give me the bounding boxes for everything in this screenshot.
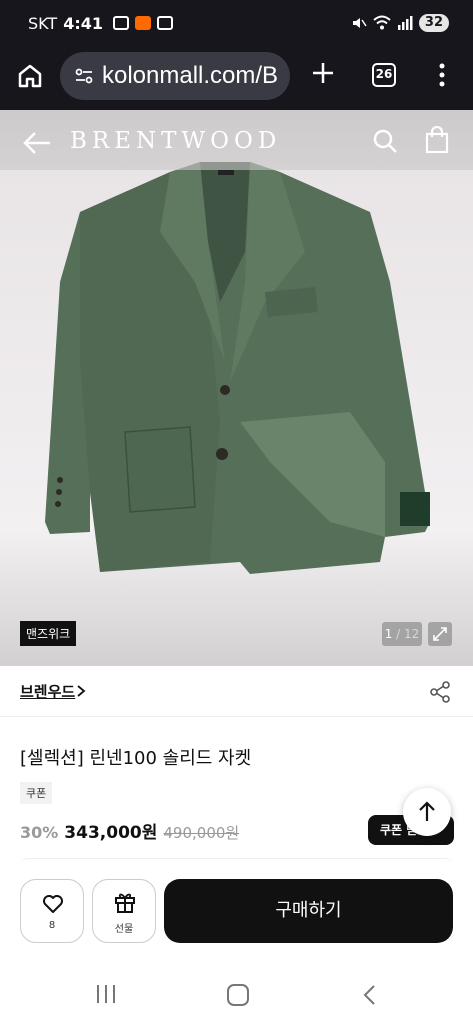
product-image-green-jacket [45, 162, 430, 574]
gift-button[interactable]: 선물 [92, 879, 156, 943]
price-row: 30% 343,000원 490,000원 [20, 818, 239, 843]
original-price: 490,000원 [163, 824, 240, 842]
section-divider [20, 858, 453, 866]
scroll-to-top-button[interactable] [403, 788, 451, 836]
tab-switcher-button[interactable]: 26 [372, 63, 396, 87]
expand-icon [433, 627, 447, 641]
bottom-action-bar: 8 선물 구매하기 [0, 866, 473, 956]
browser-toolbar: kolonmall.com/B 26 [0, 46, 473, 110]
battery-indicator: 32 [418, 14, 449, 32]
product-image-gallery[interactable]: BRENTWOOD 맨즈위크 1 / 12 [0, 110, 473, 666]
site-settings-icon[interactable] [74, 66, 94, 86]
discount-rate: 30% [20, 823, 59, 842]
brand-row: 브렌우드 [0, 667, 473, 717]
recent-apps-icon[interactable] [94, 984, 118, 1004]
system-navigation-bar [0, 956, 473, 1024]
sale-price: 343,000원 [64, 823, 158, 843]
gift-icon [115, 893, 135, 913]
wifi-icon [373, 15, 391, 30]
share-icon[interactable] [429, 681, 451, 703]
signal-icon [397, 16, 413, 30]
address-bar[interactable]: kolonmall.com/B [60, 52, 290, 100]
url-text: kolonmall.com/B [102, 62, 279, 89]
coupon-tag: 쿠폰 [20, 782, 53, 804]
arrow-up-icon [419, 801, 435, 821]
home-icon[interactable] [16, 62, 44, 90]
product-title: [셀렉션] 린넨100 솔리드 자켓 [20, 748, 252, 769]
back-nav-icon[interactable] [362, 984, 376, 1006]
home-nav-button[interactable] [227, 984, 249, 1006]
clock: 4:41 [63, 13, 103, 33]
image-counter: 1 / 12 [382, 622, 422, 646]
search-icon[interactable] [372, 128, 398, 154]
shopping-bag-icon[interactable] [424, 126, 450, 154]
new-tab-icon[interactable] [310, 60, 336, 86]
event-badge: 맨즈위크 [20, 621, 77, 646]
heart-icon [43, 895, 63, 913]
notification-icons [112, 16, 173, 30]
chevron-right-icon[interactable] [76, 685, 86, 697]
carrier-label: SKT [28, 13, 58, 33]
voicemail-icon [156, 16, 173, 30]
more-menu-icon[interactable] [434, 62, 450, 88]
image-counter-total: / 12 [392, 627, 420, 641]
status-bar: SKT 4:41 32 [0, 0, 473, 46]
like-button[interactable]: 8 [20, 879, 84, 943]
like-count: 8 [48, 920, 56, 931]
expand-image-button[interactable] [428, 622, 452, 646]
mute-icon [352, 18, 367, 28]
app-notification-icon [134, 16, 151, 30]
buy-button[interactable]: 구매하기 [164, 879, 453, 943]
brand-logo[interactable]: BRENTWOOD [70, 128, 281, 154]
back-arrow-icon[interactable] [22, 130, 52, 156]
gift-label: 선물 [114, 924, 134, 935]
brand-link[interactable]: 브렌우드 [20, 681, 75, 702]
screenshot-icon [112, 16, 129, 30]
